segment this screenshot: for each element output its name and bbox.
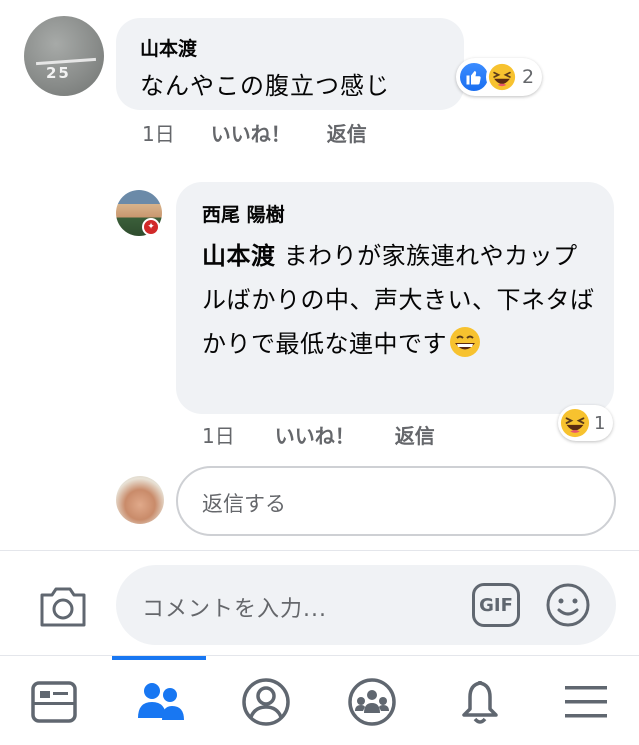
- community-icon: [348, 678, 396, 726]
- comment-composer: コメントを入力... GIF: [0, 550, 639, 655]
- reply-author[interactable]: 西尾 陽樹: [202, 200, 285, 227]
- reply-reaction-count: 1: [594, 412, 606, 434]
- bell-icon: [462, 680, 498, 724]
- nav-groups[interactable]: [132, 674, 188, 730]
- nav-notifications[interactable]: [452, 674, 508, 730]
- reaction-count: 2: [522, 66, 535, 88]
- reply-input[interactable]: 返信する: [176, 466, 616, 536]
- comment-time[interactable]: 1日: [142, 118, 175, 147]
- profile-icon: [242, 678, 290, 726]
- groups-icon: [138, 683, 184, 720]
- like-button[interactable]: いいね！: [211, 118, 291, 147]
- nav-active-indicator: [112, 656, 206, 660]
- reaction-summary[interactable]: 2: [456, 58, 543, 96]
- reply-button[interactable]: 返信: [327, 118, 367, 147]
- nav-news-feed[interactable]: [26, 674, 82, 730]
- current-user-avatar: [116, 476, 164, 524]
- comment-actions: 1日 いいね！ 返信: [142, 118, 367, 147]
- avatar-badge-icon: ✦: [142, 218, 160, 236]
- reply-like-button[interactable]: いいね！: [275, 420, 355, 449]
- news-feed-icon: [31, 681, 77, 723]
- bottom-nav: [0, 655, 639, 745]
- reply-input-placeholder: 返信する: [202, 492, 286, 516]
- reply-text: 山本渡 まわりが家族連れやカップルばかりの中、声大きい、下ネタばかりで最低な連中…: [202, 234, 602, 366]
- camera-icon[interactable]: [38, 583, 88, 629]
- comment-input-placeholder: コメントを入力...: [142, 597, 327, 622]
- nav-profile[interactable]: [238, 674, 294, 730]
- reply-reply-button[interactable]: 返信: [395, 420, 435, 449]
- reply-actions: 1日 いいね！ 返信: [202, 420, 435, 449]
- grin-emoji-icon: [450, 327, 480, 357]
- reply-reaction-summary[interactable]: 1: [558, 405, 614, 441]
- commenter-avatar[interactable]: 25: [24, 16, 104, 96]
- avatar-number: 25: [46, 64, 71, 82]
- nav-menu[interactable]: [558, 674, 614, 730]
- emoji-icon[interactable]: [544, 581, 592, 629]
- comment-author[interactable]: 山本渡: [140, 34, 197, 61]
- haha-reaction-icon: [560, 408, 590, 438]
- comment-text: なんやこの腹立つ感じ: [140, 72, 390, 100]
- haha-reaction-icon: [486, 61, 518, 93]
- comment-input[interactable]: コメントを入力... GIF: [116, 565, 616, 645]
- reply-mention[interactable]: 山本渡: [202, 242, 276, 270]
- reply-bubble[interactable]: 西尾 陽樹 山本渡 まわりが家族連れやカップルばかりの中、声大きい、下ネタばかり…: [176, 182, 614, 414]
- comment-bubble[interactable]: 山本渡 なんやこの腹立つ感じ: [116, 18, 464, 110]
- gif-button[interactable]: GIF: [472, 583, 520, 627]
- nav-community[interactable]: [344, 674, 400, 730]
- reply-time[interactable]: 1日: [202, 420, 235, 449]
- menu-icon: [565, 686, 607, 718]
